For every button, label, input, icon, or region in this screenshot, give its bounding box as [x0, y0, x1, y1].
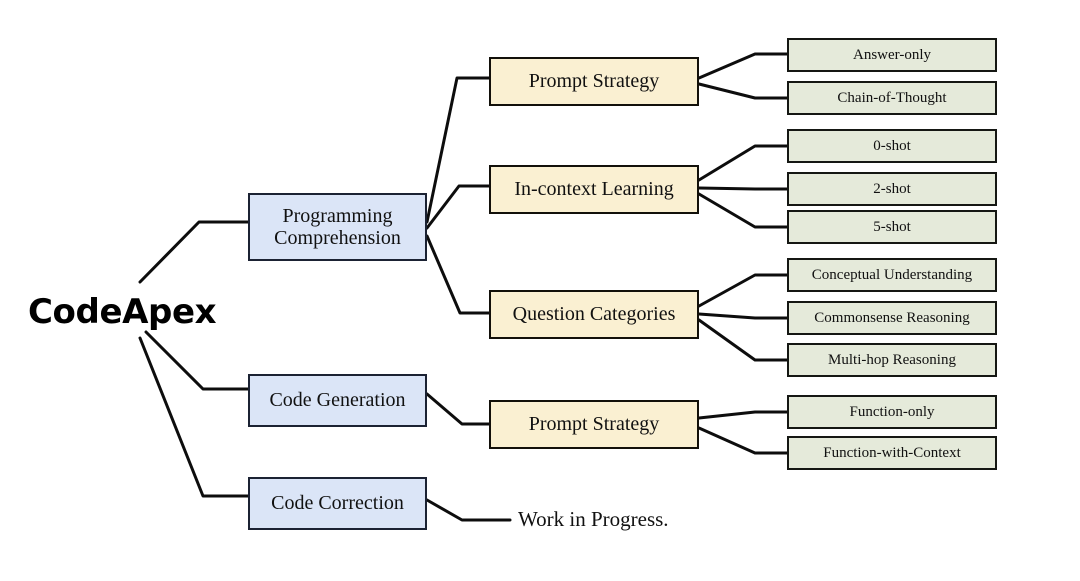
connector-prompt-strategy-2-to-function-with-context	[697, 426, 789, 455]
node-programming-comprehension[interactable]: Programming Comprehension	[248, 193, 427, 261]
connector-programming-comprehension-to-in-context-learning	[425, 184, 491, 230]
connector-question-categories-to-commonsense-reasoning	[697, 312, 789, 320]
connector-question-categories-to-conceptual-understanding	[697, 273, 789, 308]
node-label-line-2: Comprehension	[274, 227, 401, 249]
node-label: Prompt Strategy	[528, 70, 660, 93]
node-0-shot[interactable]: 0-shot	[787, 129, 997, 163]
connector-in-context-learning-to-2-shot	[697, 186, 789, 191]
connector-code-correction-to-work-in-progress	[425, 498, 512, 522]
note-work-in-progress: Work in Progress.	[518, 507, 669, 531]
connector-prompt-strategy-1-to-chain-of-thought	[697, 82, 789, 100]
connector-prompt-strategy-1-to-answer-only	[697, 52, 789, 80]
node-label: Question Categories	[512, 303, 676, 326]
connector-root-to-code-correction	[138, 336, 250, 498]
node-label: Conceptual Understanding	[811, 266, 973, 283]
connector-programming-comprehension-to-question-categories	[425, 234, 491, 315]
node-label: Multi-hop Reasoning	[828, 351, 956, 368]
node-label: 5-shot	[873, 218, 911, 235]
connector-in-context-learning-to-0-shot	[697, 144, 789, 182]
node-label: Answer-only	[852, 46, 932, 63]
node-code-generation[interactable]: Code Generation	[248, 374, 427, 427]
node-answer-only[interactable]: Answer-only	[787, 38, 997, 72]
node-label: Chain-of-Thought	[837, 89, 947, 106]
node-in-context-learning[interactable]: In-context Learning	[489, 165, 699, 214]
connector-root-to-code-generation	[144, 330, 250, 391]
node-5-shot[interactable]: 5-shot	[787, 210, 997, 244]
connector-question-categories-to-multi-hop-reasoning	[697, 318, 789, 362]
node-2-shot[interactable]: 2-shot	[787, 172, 997, 206]
node-label-line-1: Programming	[282, 204, 393, 227]
node-function-only[interactable]: Function-only	[787, 395, 997, 429]
node-commonsense-reasoning[interactable]: Commonsense Reasoning	[787, 301, 997, 335]
connector-programming-comprehension-to-prompt-strategy	[425, 76, 491, 224]
node-label: Code Generation	[269, 389, 406, 412]
node-conceptual-understanding[interactable]: Conceptual Understanding	[787, 258, 997, 292]
connector-in-context-learning-to-5-shot	[697, 192, 789, 229]
node-label: 0-shot	[873, 137, 911, 154]
node-label: In-context Learning	[514, 178, 674, 201]
node-function-with-context[interactable]: Function-with-Context	[787, 436, 997, 470]
node-label: Function-only	[849, 403, 935, 420]
connector-code-generation-to-prompt-strategy-2	[425, 392, 491, 426]
root-node-codeapex: CodeApex	[28, 292, 217, 332]
node-label: Prompt Strategy	[528, 413, 660, 436]
connector-root-to-programming-comprehension	[138, 220, 250, 284]
node-question-categories[interactable]: Question Categories	[489, 290, 699, 339]
node-label: 2-shot	[873, 180, 911, 197]
node-label: Code Correction	[271, 492, 404, 515]
node-chain-of-thought[interactable]: Chain-of-Thought	[787, 81, 997, 115]
node-label: Commonsense Reasoning	[814, 309, 970, 326]
diagram-canvas: CodeApex Programming Comprehension Code Ge…	[0, 0, 1080, 581]
node-prompt-strategy[interactable]: Prompt Strategy	[489, 57, 699, 106]
node-prompt-strategy[interactable]: Prompt Strategy	[489, 400, 699, 449]
node-code-correction[interactable]: Code Correction	[248, 477, 427, 530]
node-label: Programming Comprehension	[274, 205, 401, 250]
node-label: Function-with-Context	[823, 444, 961, 461]
node-multi-hop-reasoning[interactable]: Multi-hop Reasoning	[787, 343, 997, 377]
root-node-label: CodeApex	[28, 292, 217, 332]
connector-prompt-strategy-2-to-function-only	[697, 410, 789, 420]
